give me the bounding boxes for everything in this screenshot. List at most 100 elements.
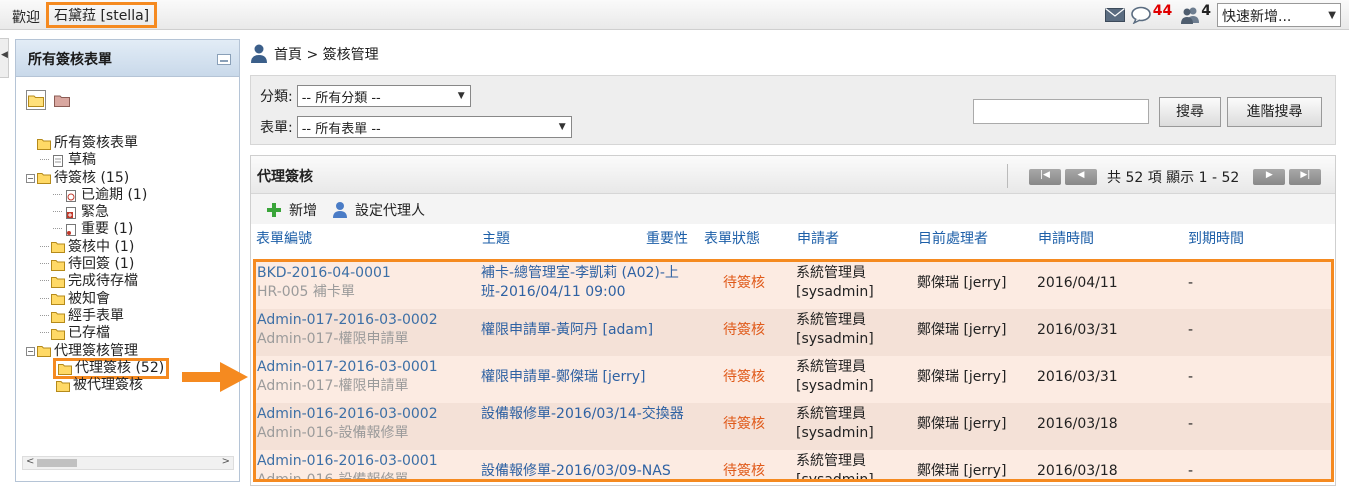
- search-button[interactable]: 搜尋: [1159, 97, 1221, 127]
- table-row[interactable]: Admin-016-2016-03-0001 Admin-016-設備報修單 設…: [256, 450, 1331, 479]
- col-header-applicant[interactable]: 申請者: [797, 228, 839, 248]
- col-header-id[interactable]: 表單編號: [256, 228, 312, 248]
- cell-subject[interactable]: 權限申請單-黃阿丹 [adam]: [481, 321, 691, 340]
- selected-highlight[interactable]: 代理簽核 (52): [53, 358, 170, 380]
- cell-id: Admin-017-2016-03-0002 Admin-017-權限申請單: [257, 311, 438, 349]
- category-label: 分類:: [260, 89, 293, 105]
- col-header-importance[interactable]: 重要性: [646, 228, 688, 248]
- first-page-icon[interactable]: |◀: [1029, 169, 1061, 185]
- tree-item-urgent[interactable]: 緊急: [26, 204, 169, 221]
- table-row[interactable]: BKD-2016-04-0001 HR-005 補卡單 補卡-總管理室-李凱莉 …: [256, 262, 1331, 309]
- chat-icon[interactable]: [1130, 6, 1153, 24]
- tree-item-awaiting-archive[interactable]: 完成待存檔: [26, 273, 169, 290]
- horizontal-scrollbar[interactable]: < >: [22, 456, 234, 470]
- delegation-grid: 代理簽核 |◀ ◀ 共 52 項 顯示 1 - 52 ▶ ▶| 新增 設定代理人…: [250, 155, 1336, 486]
- person-icon: [333, 202, 347, 218]
- grid-title: 代理簽核: [257, 169, 313, 185]
- tree-item-in-progress[interactable]: 簽核中 (1): [26, 239, 169, 256]
- tree-item-label: 被知會: [68, 290, 110, 307]
- tree-item-drafts[interactable]: 草稿: [26, 152, 169, 169]
- tree-item-pending[interactable]: − 待簽核 (15): [26, 170, 169, 187]
- tree-item-label: 已逾期 (1): [81, 186, 148, 203]
- form-name: HR-005 補卡單: [257, 284, 355, 300]
- cell-status: 待簽核: [723, 463, 765, 479]
- form-select-value: -- 所有表單 --: [301, 122, 381, 137]
- cell-subject[interactable]: 設備報修單-2016/03/09-NAS: [481, 462, 691, 479]
- category-select[interactable]: -- 所有分類 -- ▼: [296, 85, 471, 107]
- folder-yellow-icon: [28, 95, 44, 107]
- cell-status: 待簽核: [723, 416, 765, 432]
- next-page-icon[interactable]: ▶: [1253, 169, 1286, 185]
- tree-item-delegator[interactable]: 被代理簽核: [26, 377, 169, 394]
- cell-handler: 鄭傑瑞 [jerry]: [917, 369, 1007, 385]
- scroll-left-icon[interactable]: <: [26, 456, 34, 467]
- chevron-down-icon: ▼: [558, 122, 566, 132]
- form-number[interactable]: Admin-016-2016-03-0001: [257, 452, 438, 471]
- pin-doc-icon: [66, 224, 76, 237]
- panel-collapse-handle[interactable]: ◀: [0, 38, 9, 78]
- last-page-icon[interactable]: ▶|: [1289, 169, 1322, 185]
- cell-subject[interactable]: 權限申請單-鄭傑瑞 [jerry]: [481, 368, 691, 387]
- cell-due-date: -: [1188, 463, 1194, 479]
- folder-icon: [51, 328, 65, 340]
- collapse-toggle-icon[interactable]: −: [26, 173, 35, 183]
- grid-toolbar: 新增 設定代理人: [251, 194, 1335, 224]
- set-agent-label: 設定代理人: [355, 203, 425, 219]
- form-number[interactable]: Admin-017-2016-03-0001: [257, 358, 438, 377]
- table-row[interactable]: Admin-016-2016-03-0002 Admin-016-設備報修單 設…: [256, 403, 1331, 450]
- minimize-icon[interactable]: [217, 54, 231, 65]
- users-icon[interactable]: [1180, 6, 1200, 24]
- tree-item-label: 草稿: [68, 152, 96, 169]
- chevron-down-icon: ▼: [1328, 10, 1336, 21]
- col-header-status[interactable]: 表單狀態: [704, 228, 760, 248]
- col-header-apply-date[interactable]: 申請時間: [1038, 228, 1094, 248]
- chevron-down-icon: ▼: [457, 91, 465, 101]
- form-select[interactable]: -- 所有表單 -- ▼: [296, 116, 572, 138]
- table-row[interactable]: Admin-017-2016-03-0001 Admin-017-權限申請單 權…: [256, 356, 1331, 403]
- tree-item-overdue[interactable]: 已逾期 (1): [26, 187, 169, 204]
- tree-item-label: 待回簽 (1): [68, 256, 135, 273]
- col-header-subject[interactable]: 主題: [482, 228, 510, 248]
- form-number[interactable]: Admin-016-2016-03-0002: [257, 405, 438, 424]
- advanced-search-button[interactable]: 進階搜尋: [1227, 97, 1322, 127]
- users-badge: 4: [1201, 3, 1211, 19]
- quick-add-select[interactable]: 快速新增... ▼: [1217, 3, 1341, 27]
- cell-handler: 鄭傑瑞 [jerry]: [917, 463, 1007, 479]
- breadcrumb-text[interactable]: 首頁 > 簽核管理: [274, 44, 379, 64]
- table-row[interactable]: Admin-017-2016-03-0002 Admin-017-權限申請單 權…: [256, 309, 1331, 356]
- folder-icon: [56, 380, 70, 392]
- scroll-right-icon[interactable]: >: [222, 456, 230, 467]
- prev-page-icon[interactable]: ◀: [1065, 169, 1097, 185]
- collapse-toggle-icon[interactable]: −: [26, 346, 35, 356]
- tree-item-archived[interactable]: 已存檔: [26, 325, 169, 342]
- tree-item-important[interactable]: 重要 (1): [26, 221, 169, 238]
- mail-icon[interactable]: [1104, 8, 1125, 22]
- cell-apply-date: 2016/03/31: [1037, 369, 1118, 385]
- add-label: 新增: [289, 203, 317, 219]
- form-number[interactable]: BKD-2016-04-0001: [257, 264, 391, 283]
- cell-handler: 鄭傑瑞 [jerry]: [917, 275, 1007, 291]
- form-number[interactable]: Admin-017-2016-03-0002: [257, 311, 438, 330]
- tree-item-notified[interactable]: 被知會: [26, 291, 169, 308]
- folder-icon: [51, 311, 65, 323]
- user-icon: [251, 44, 267, 63]
- tree-item-label: 完成待存檔: [68, 273, 138, 290]
- tree-item-handled[interactable]: 經手表單: [26, 308, 169, 325]
- set-agent-button[interactable]: 設定代理人: [331, 200, 425, 220]
- cell-subject[interactable]: 補卡-總管理室-李凱莉 (A02)-上班-2016/04/11 09:00: [481, 264, 691, 302]
- tree-item-awaiting-return[interactable]: 待回簽 (1): [26, 256, 169, 273]
- collapse-all-button[interactable]: [52, 90, 72, 110]
- pager: |◀ ◀ 共 52 項 顯示 1 - 52 ▶ ▶|: [1029, 167, 1325, 187]
- tree-item-all-forms[interactable]: - 所有簽核表單: [26, 135, 169, 152]
- tree-item-delegated[interactable]: 代理簽核 (52): [26, 358, 170, 380]
- expand-all-button[interactable]: [26, 90, 46, 110]
- scrollbar-thumb[interactable]: [37, 459, 77, 467]
- cell-subject[interactable]: 設備報修單-2016/03/14-交換器: [481, 405, 691, 424]
- add-button[interactable]: 新增: [265, 200, 317, 220]
- username-link[interactable]: 石黛菈 [stella]: [46, 2, 158, 28]
- search-input[interactable]: [973, 99, 1149, 124]
- filter-panel: 分類: -- 所有分類 -- ▼ 表單: -- 所有表單 -- ▼ 搜尋 進階搜…: [250, 75, 1336, 145]
- col-header-due-date[interactable]: 到期時間: [1188, 228, 1244, 248]
- cell-handler: 鄭傑瑞 [jerry]: [917, 416, 1007, 432]
- col-header-handler[interactable]: 目前處理者: [918, 228, 988, 248]
